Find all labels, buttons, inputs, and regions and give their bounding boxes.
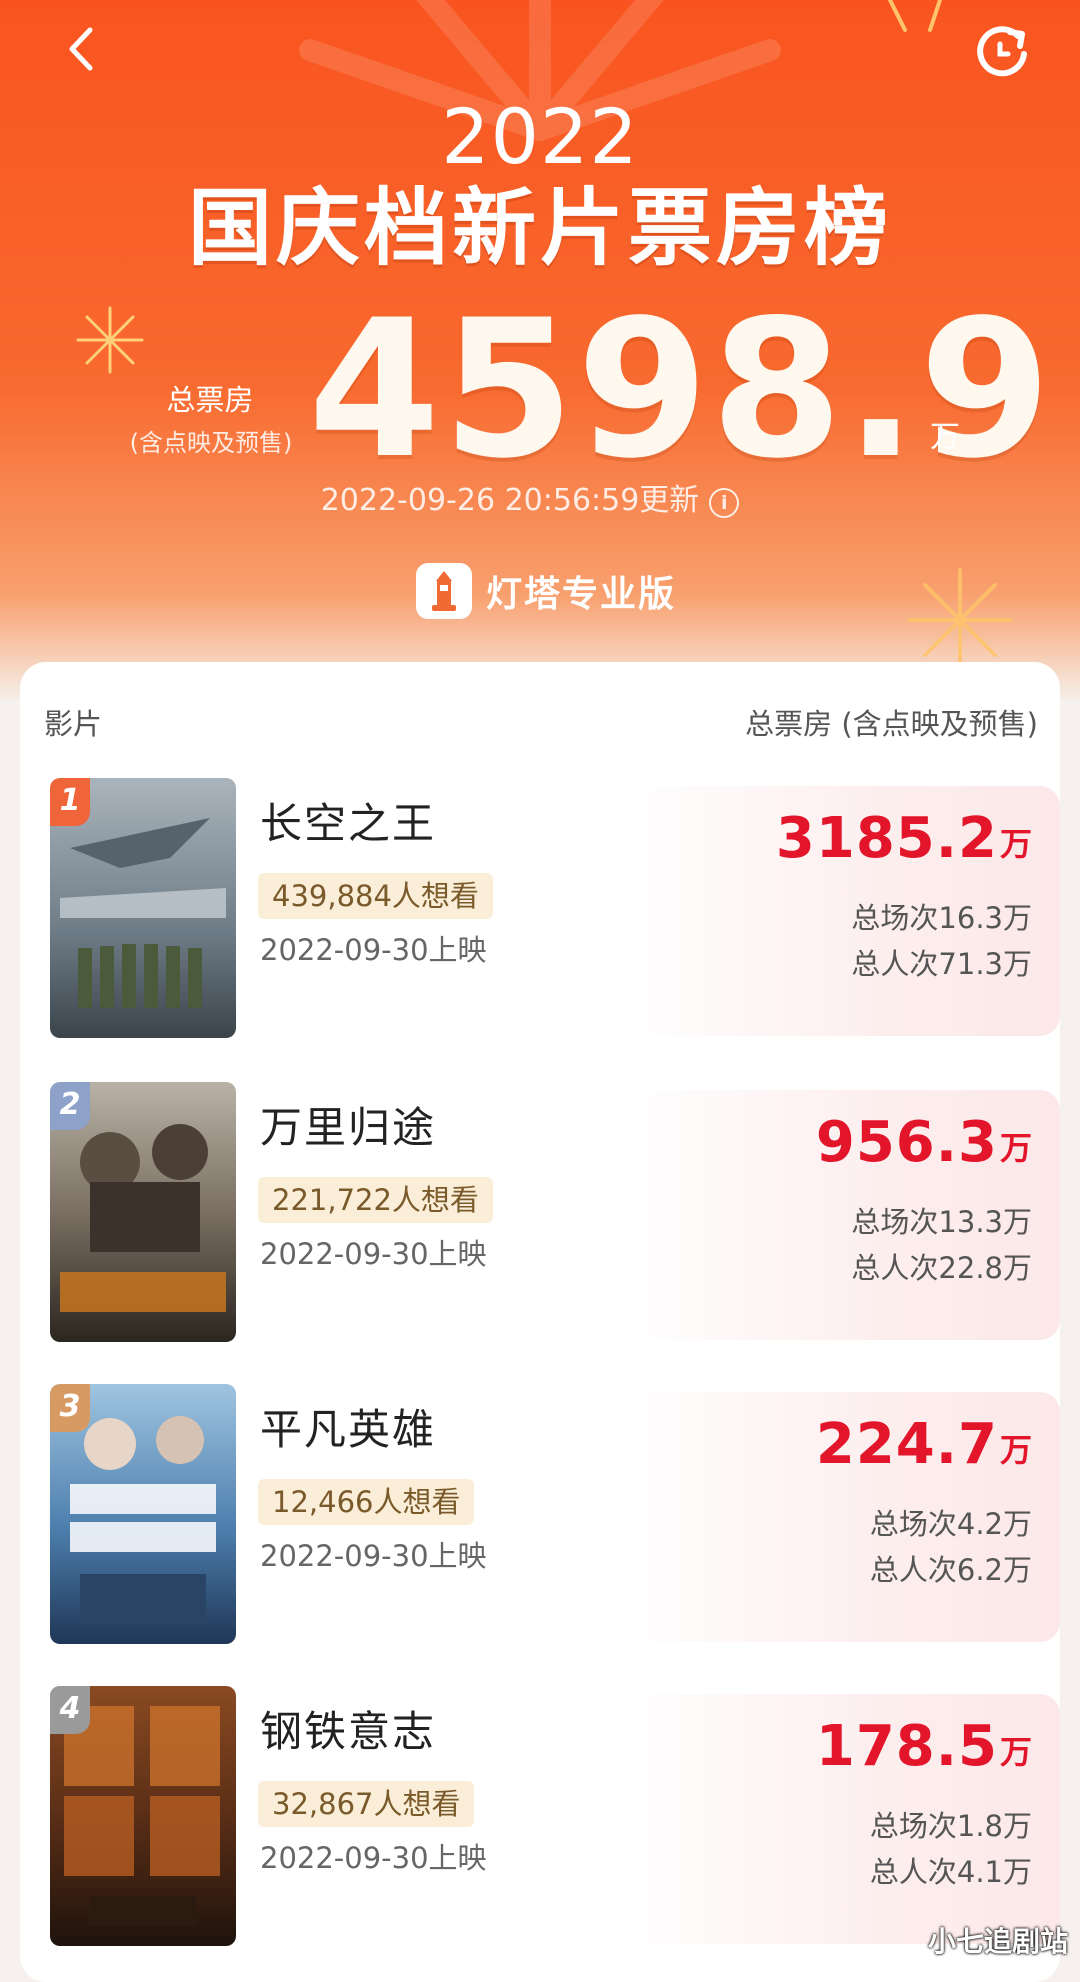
film-poster[interactable]: 4 [50, 1686, 236, 1946]
brand: 灯塔专业版 [416, 562, 676, 620]
film-name[interactable]: 钢铁意志 [260, 1704, 436, 1760]
film-box-office-value: 956.3 [815, 1110, 998, 1175]
total-admissions: 总人次22.8万 [851, 1251, 1032, 1285]
rank-badge: 2 [50, 1082, 90, 1130]
rank-badge: 1 [50, 778, 90, 826]
film-row[interactable]: 2 万里归途 221,722人想看 2022-09-30上映 956.3 万 总… [20, 1082, 1060, 1344]
want-to-see-tag: 439,884人想看 [258, 873, 493, 919]
total-admissions: 总人次4.1万 [869, 1855, 1032, 1889]
chevron-left-icon[interactable] [58, 24, 108, 74]
column-header-box-office: 总票房 (含点映及预售) [745, 707, 1038, 741]
release-date: 2022-09-30上映 [260, 1539, 487, 1573]
watermark: 小七追剧站 [927, 1925, 1068, 1958]
total-box-office-note: (含点映及预售) [129, 429, 293, 457]
total-shows: 总场次13.3万 [851, 1205, 1032, 1239]
firework-icon [76, 306, 144, 374]
want-to-see-tag: 32,867人想看 [258, 1781, 475, 1827]
update-time-text: 2022-09-26 20:56:59更新 [320, 483, 700, 518]
refresh-icon[interactable] [970, 20, 1034, 84]
brand-name: 灯塔专业版 [486, 574, 677, 615]
column-header-film: 影片 [44, 707, 103, 741]
total-admissions: 总人次71.3万 [851, 947, 1032, 981]
film-name[interactable]: 万里归途 [260, 1100, 436, 1156]
info-icon[interactable]: i [709, 488, 740, 518]
firework-icon [888, 0, 942, 32]
header-banner: 2022 国庆档新片票房榜 总票房 (含点映及预售) 4598.9 万 2022… [0, 0, 1080, 700]
film-box-office-unit: 万 [999, 825, 1032, 863]
film-box-office-value: 178.5 [815, 1714, 998, 1779]
film-box-office-value: 3185.2 [775, 806, 998, 871]
rank-badge: 4 [50, 1686, 90, 1734]
film-poster[interactable]: 2 [50, 1082, 236, 1342]
total-admissions: 总人次6.2万 [869, 1553, 1032, 1587]
total-box-office-value: 4598.9 [308, 279, 1054, 500]
film-poster[interactable]: 3 [50, 1384, 236, 1644]
total-shows: 总场次1.8万 [869, 1809, 1032, 1843]
film-box-office-unit: 万 [999, 1733, 1032, 1771]
page-title: 国庆档新片票房榜 [187, 179, 892, 277]
release-date: 2022-09-30上映 [260, 1237, 487, 1271]
film-name[interactable]: 长空之王 [260, 796, 436, 852]
film-row[interactable]: 4 钢铁意志 32,867人想看 2022-09-30上映 178.5 万 总场… [20, 1686, 1060, 1948]
total-box-office-unit: 万 [930, 420, 960, 455]
update-time: 2022-09-26 20:56:59更新 i [0, 480, 1060, 522]
film-row[interactable]: 1 长空之王 439,884人想看 2022-09-30上映 3185.2 万 … [20, 778, 1060, 1040]
film-box-office-unit: 万 [999, 1129, 1032, 1167]
year-heading: 2022 [441, 92, 639, 181]
film-box-office-value: 224.7 [815, 1412, 998, 1477]
film-name[interactable]: 平凡英雄 [260, 1402, 436, 1458]
release-date: 2022-09-30上映 [260, 1841, 487, 1875]
want-to-see-tag: 221,722人想看 [258, 1177, 493, 1223]
rank-badge: 3 [50, 1384, 90, 1432]
want-to-see-tag: 12,466人想看 [258, 1479, 475, 1525]
release-date: 2022-09-30上映 [260, 933, 487, 967]
film-poster[interactable]: 1 [50, 778, 236, 1038]
total-box-office-label: 总票房 [166, 383, 254, 417]
film-row[interactable]: 3 平凡英雄 12,466人想看 2022-09-30上映 224.7 万 总场… [20, 1384, 1060, 1646]
lighthouse-logo-icon [416, 563, 472, 619]
ranking-panel: 影片 总票房 (含点映及预售) 1 长空之王 439,884人想看 2022-0… [20, 662, 1060, 1982]
film-box-office-unit: 万 [999, 1431, 1032, 1469]
total-shows: 总场次16.3万 [851, 901, 1032, 935]
total-shows: 总场次4.2万 [869, 1507, 1032, 1541]
